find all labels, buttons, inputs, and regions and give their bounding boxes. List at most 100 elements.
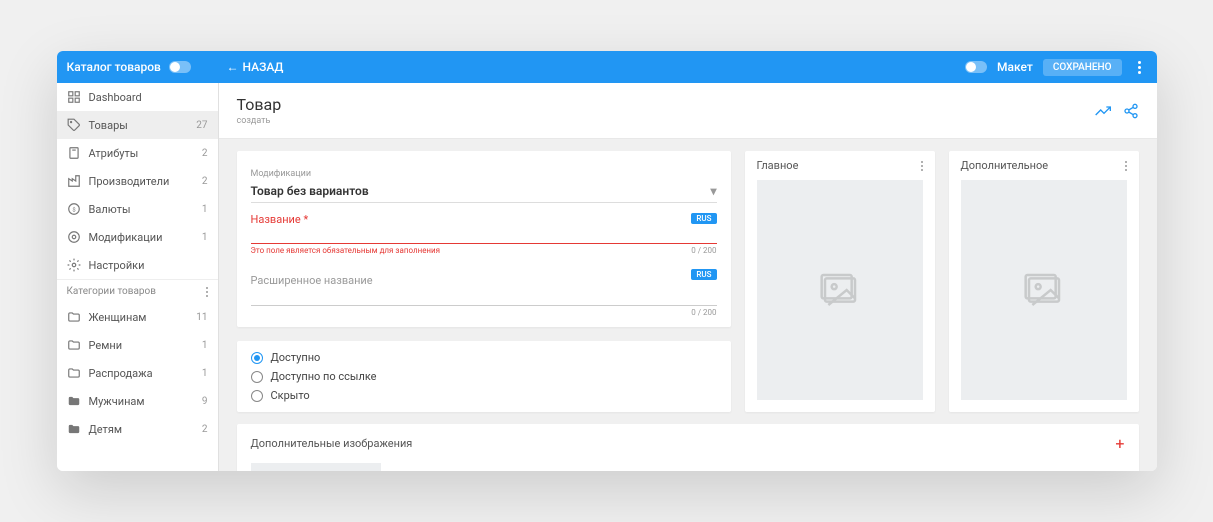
main-image-drop[interactable] [757, 180, 923, 400]
sidebar-item-dashboard[interactable]: Dashboard [57, 83, 218, 111]
modification-value: Товар без вариантов [251, 184, 369, 198]
sidebar-item-label: Валюты [89, 203, 194, 216]
ext-name-input[interactable] [251, 288, 717, 306]
radio-label: Доступно по ссылке [271, 370, 377, 383]
sidebar-item-label: Настройки [89, 259, 200, 272]
category-label: Ремни [89, 339, 194, 352]
category-item[interactable]: Женщинам 11 [57, 303, 218, 331]
category-item[interactable]: Распродажа 1 [57, 359, 218, 387]
currency-icon: $ [67, 202, 81, 216]
ext-name-placeholder: Расширенное название [251, 274, 373, 287]
category-count: 1 [202, 368, 208, 379]
main-image-label: Главное [757, 159, 799, 172]
sidebar-item-модификации[interactable]: Модификации 1 [57, 223, 218, 251]
additional-image-drop[interactable] [961, 180, 1127, 400]
trend-icon[interactable] [1095, 103, 1111, 119]
menu-icon[interactable] [1138, 66, 1141, 69]
add-image-button[interactable]: + [1115, 434, 1124, 453]
main-image-menu-icon[interactable] [921, 165, 923, 167]
name-input[interactable] [251, 226, 717, 244]
name-label: Название * [251, 213, 717, 226]
category-count: 2 [202, 424, 208, 435]
page-title: Товар [237, 95, 282, 114]
visibility-radio[interactable]: Доступно по ссылке [251, 370, 717, 383]
categories-menu-icon[interactable] [206, 291, 208, 293]
radio-icon [251, 390, 263, 402]
factory-icon [67, 174, 81, 188]
sidebar-item-настройки[interactable]: Настройки [57, 251, 218, 279]
header-right: Макет СОХРАНЕНО [965, 59, 1146, 76]
categories-header: Категории товаров [57, 279, 218, 303]
layout-label: Макет [997, 60, 1033, 74]
header-bar: Каталог товаров ← НАЗАД Макет СОХРАНЕНО [57, 51, 1157, 83]
layers-icon [67, 146, 81, 160]
radio-icon [251, 371, 263, 383]
sidebar-item-count: 2 [202, 148, 208, 159]
sidebar-item-label: Атрибуты [89, 147, 194, 160]
folder-solid-icon [67, 422, 81, 436]
basic-card: Модификации Товар без вариантов ▾ RUS На… [237, 151, 731, 327]
lang-badge[interactable]: RUS [691, 213, 716, 224]
sidebar-item-count: 1 [202, 232, 208, 243]
folder-solid-icon [67, 394, 81, 408]
tag-icon [67, 118, 81, 132]
header-left: Каталог товаров [67, 60, 227, 74]
no-images-placeholder[interactable]: Нет изображений [251, 463, 381, 471]
svg-text:$: $ [72, 206, 75, 213]
visibility-radio[interactable]: Скрыто [251, 389, 717, 402]
image-placeholder-icon [820, 270, 860, 310]
folder-icon [67, 338, 81, 352]
gallery-label: Дополнительные изображения [251, 437, 413, 450]
category-item[interactable]: Мужчинам 9 [57, 387, 218, 415]
sidebar: Dashboard Товары 27 Атрибуты 2 Производи… [57, 83, 219, 471]
body: Dashboard Товары 27 Атрибуты 2 Производи… [57, 83, 1157, 471]
radio-label: Скрыто [271, 389, 310, 402]
share-icon[interactable] [1123, 103, 1139, 119]
image-placeholder-icon [1024, 270, 1064, 310]
theme-toggle[interactable] [169, 61, 191, 73]
modification-select[interactable]: Товар без вариантов ▾ [251, 180, 717, 203]
sidebar-item-label: Модификации [89, 231, 194, 244]
gear-icon [67, 258, 81, 272]
additional-image-menu-icon[interactable] [1125, 165, 1127, 167]
modify-icon [67, 230, 81, 244]
gallery-card: Дополнительные изображения + Нет изображ… [237, 424, 1139, 471]
category-count: 9 [202, 396, 208, 407]
back-button[interactable]: ← НАЗАД [227, 60, 284, 74]
sidebar-item-label: Производители [89, 175, 194, 188]
back-label: НАЗАД [243, 60, 284, 74]
radio-label: Доступно [271, 351, 321, 364]
sidebar-item-count: 27 [196, 120, 207, 131]
layout-toggle[interactable] [965, 61, 987, 73]
sidebar-item-валюты[interactable]: $ Валюты 1 [57, 195, 218, 223]
modification-label: Модификации [251, 169, 312, 179]
main-image-panel: Главное [745, 151, 935, 412]
sidebar-item-атрибуты[interactable]: Атрибуты 2 [57, 139, 218, 167]
category-item[interactable]: Детям 2 [57, 415, 218, 443]
categories-label: Категории товаров [67, 286, 156, 297]
visibility-card: Доступно Доступно по ссылке Скрыто [237, 341, 731, 412]
category-label: Распродажа [89, 367, 194, 380]
category-item[interactable]: Ремни 1 [57, 331, 218, 359]
additional-image-label: Дополнительное [961, 159, 1049, 172]
ext-name-count: 0 / 200 [251, 308, 717, 317]
sidebar-item-count: 1 [202, 204, 208, 215]
lang-badge[interactable]: RUS [691, 269, 716, 280]
saved-button[interactable]: СОХРАНЕНО [1043, 59, 1122, 76]
content-row: Модификации Товар без вариантов ▾ RUS На… [219, 139, 1157, 424]
additional-image-panel: Дополнительное [949, 151, 1139, 412]
ext-name-field[interactable]: RUS Расширенное название 0 / 200 [251, 269, 717, 317]
folder-icon [67, 310, 81, 324]
page-header: Товар создать [219, 83, 1157, 139]
sidebar-item-производители[interactable]: Производители 2 [57, 167, 218, 195]
arrow-left-icon: ← [227, 60, 239, 74]
category-count: 1 [202, 340, 208, 351]
dashboard-icon [67, 90, 81, 104]
visibility-radio[interactable]: Доступно [251, 351, 717, 364]
app-window: Каталог товаров ← НАЗАД Макет СОХРАНЕНО … [57, 51, 1157, 471]
sidebar-item-товары[interactable]: Товары 27 [57, 111, 218, 139]
name-field[interactable]: RUS Название * Это поле является обязате… [251, 213, 717, 255]
category-label: Мужчинам [89, 395, 194, 408]
category-label: Детям [89, 423, 194, 436]
radio-icon [251, 352, 263, 364]
